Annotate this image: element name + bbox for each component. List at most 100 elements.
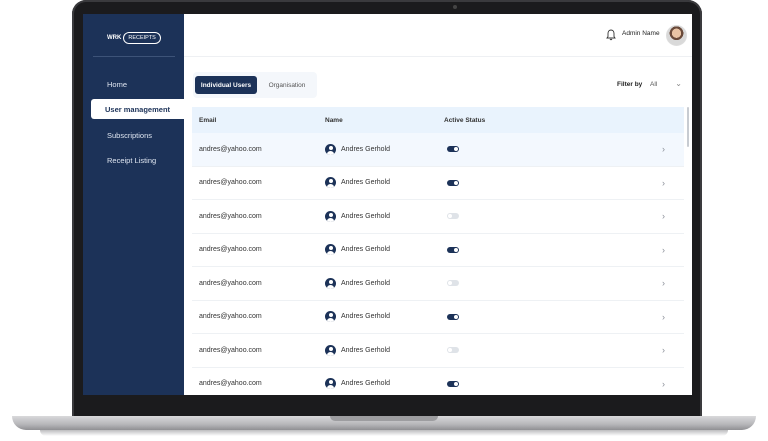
chevron-right-icon[interactable]: › — [662, 301, 665, 334]
user-type-tabs: Individual Users Organisation — [193, 72, 317, 98]
bell-icon[interactable] — [606, 29, 616, 41]
filter-value: All — [650, 80, 658, 88]
active-status-toggle[interactable] — [447, 133, 459, 166]
table-row[interactable]: andres@yahoo.com Andres Gerhold › — [192, 167, 684, 200]
table-row[interactable]: andres@yahoo.com Andres Gerhold › — [192, 301, 684, 334]
chevron-right-icon[interactable]: › — [662, 267, 665, 300]
user-icon — [325, 143, 336, 155]
chevron-right-icon[interactable]: › — [662, 133, 665, 166]
user-icon — [325, 277, 336, 289]
row-email: andres@yahoo.com — [199, 380, 262, 388]
user-icon — [325, 244, 336, 256]
row-name-cell: Andres Gerhold — [325, 334, 390, 367]
sidebar-item-subscriptions[interactable]: Subscriptions — [91, 125, 184, 145]
row-email: andres@yahoo.com — [199, 212, 262, 220]
toggle-knob — [448, 281, 452, 286]
toggle-track — [447, 213, 459, 220]
row-name: Andres Gerhold — [341, 279, 391, 287]
active-status-toggle[interactable] — [447, 267, 459, 300]
laptop-notch — [330, 416, 438, 421]
table-row[interactable]: andres@yahoo.com Andres Gerhold › — [192, 368, 684, 396]
active-status-toggle[interactable] — [447, 368, 459, 396]
avatar[interactable] — [666, 25, 687, 46]
sidebar-item-home[interactable]: Home — [91, 74, 184, 94]
sidebar-item-receipt-listing[interactable]: Receipt Listing — [91, 150, 184, 170]
chevron-right-icon[interactable]: › — [662, 234, 665, 267]
row-name-cell: Andres Gerhold — [325, 368, 390, 396]
row-email: andres@yahoo.com — [199, 279, 262, 287]
scrollbar[interactable] — [687, 107, 689, 147]
row-name: Andres Gerhold — [341, 313, 391, 321]
sidebar-item-label: Subscriptions — [107, 130, 153, 140]
sidebar-divider — [93, 56, 175, 57]
logo-text: WRK — [107, 35, 122, 41]
chevron-right-icon[interactable]: › — [662, 368, 665, 396]
logo: WRK RECEIPTS — [107, 32, 161, 44]
table-header: Email Name Active Status — [192, 107, 684, 133]
active-status-toggle[interactable] — [447, 200, 459, 233]
admin-name[interactable]: Admin Name — [622, 30, 660, 37]
user-icon — [325, 344, 336, 356]
row-name-cell: Andres Gerhold — [325, 200, 390, 233]
sidebar-item-user-management[interactable]: User management — [91, 99, 184, 119]
sidebar-item-label: Receipt Listing — [107, 155, 157, 165]
user-icon — [325, 378, 336, 390]
user-icon — [325, 311, 336, 323]
row-name: Andres Gerhold — [341, 212, 391, 220]
toggle-track — [447, 313, 459, 320]
toggle-track — [447, 146, 459, 153]
sidebar-item-label: User management — [105, 104, 171, 114]
toggle-knob — [448, 214, 452, 219]
row-email: andres@yahoo.com — [199, 179, 262, 187]
filter-label: Filter by — [617, 81, 643, 88]
toggle-knob — [454, 381, 458, 386]
row-name: Andres Gerhold — [341, 179, 391, 187]
toggle-knob — [454, 147, 458, 152]
toggle-knob — [454, 247, 458, 252]
column-header-name: Name — [325, 116, 343, 124]
table-row[interactable]: andres@yahoo.com Andres Gerhold › — [192, 334, 684, 368]
column-header-email: Email — [199, 116, 217, 124]
row-name: Andres Gerhold — [341, 145, 391, 153]
sidebar-item-label: Home — [107, 79, 128, 89]
tab-individual-users[interactable]: Individual Users — [195, 76, 257, 94]
row-name: Andres Gerhold — [341, 346, 391, 354]
toggle-track — [447, 347, 459, 354]
table-row[interactable]: andres@yahoo.com Andres Gerhold › — [192, 234, 684, 267]
filter-select[interactable]: All ⌄ — [645, 76, 687, 92]
row-email: andres@yahoo.com — [199, 246, 262, 254]
row-name-cell: Andres Gerhold — [325, 133, 390, 166]
row-name-cell: Andres Gerhold — [325, 267, 390, 300]
column-header-active-status: Active Status — [444, 116, 486, 124]
chevron-right-icon[interactable]: › — [662, 334, 665, 367]
table-row[interactable]: andres@yahoo.com Andres Gerhold › — [192, 200, 684, 234]
user-icon — [325, 177, 336, 189]
toggle-track — [447, 380, 459, 387]
chevron-right-icon[interactable]: › — [662, 200, 665, 233]
toggle-knob — [454, 180, 458, 185]
top-header: Admin Name — [184, 14, 692, 57]
active-status-toggle[interactable] — [447, 301, 459, 334]
row-name-cell: Andres Gerhold — [325, 301, 390, 334]
tab-organisation[interactable]: Organisation — [261, 76, 313, 94]
row-name: Andres Gerhold — [341, 380, 391, 388]
toggle-track — [447, 179, 459, 186]
users-table: Email Name Active Status andres@yahoo.co… — [192, 107, 684, 395]
camera-dot — [453, 5, 457, 9]
active-status-toggle[interactable] — [447, 167, 459, 200]
row-email: andres@yahoo.com — [199, 145, 262, 153]
app-screen: WRK RECEIPTS Home User management Subscr… — [83, 14, 692, 395]
toggle-knob — [454, 314, 458, 319]
active-status-toggle[interactable] — [447, 234, 459, 267]
active-status-toggle[interactable] — [447, 334, 459, 367]
chevron-down-icon: ⌄ — [675, 79, 682, 88]
sidebar: WRK RECEIPTS Home User management Subscr… — [83, 14, 184, 395]
table-row[interactable]: andres@yahoo.com Andres Gerhold › — [192, 133, 684, 167]
table-body: andres@yahoo.com Andres Gerhold › andres@ya… — [192, 133, 684, 395]
logo-bubble: RECEIPTS — [123, 32, 161, 44]
toggle-track — [447, 280, 459, 287]
chevron-right-icon[interactable]: › — [662, 167, 665, 200]
row-email: andres@yahoo.com — [199, 313, 262, 321]
row-name-cell: Andres Gerhold — [325, 167, 390, 200]
table-row[interactable]: andres@yahoo.com Andres Gerhold › — [192, 267, 684, 301]
